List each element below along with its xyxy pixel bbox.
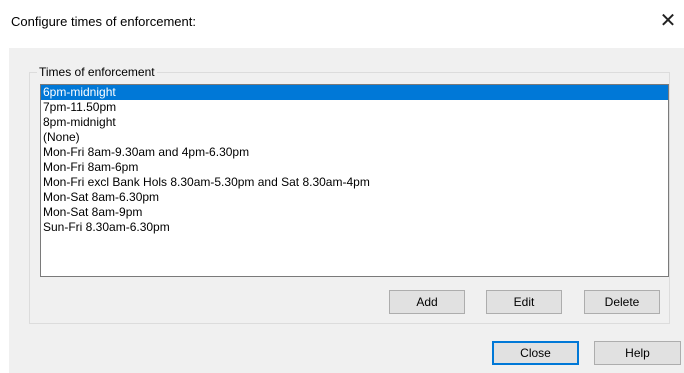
list-item[interactable]: 6pm-midnight [41, 85, 668, 100]
title-bar: Configure times of enforcement: ✕ [0, 0, 684, 48]
close-icon[interactable]: ✕ [658, 10, 678, 32]
list-item[interactable]: Mon-Sat 8am-6.30pm [41, 190, 668, 205]
delete-button[interactable]: Delete [584, 290, 660, 314]
list-item[interactable]: Mon-Fri 8am-6pm [41, 160, 668, 175]
close-button[interactable]: Close [492, 341, 579, 365]
edit-button[interactable]: Edit [486, 290, 562, 314]
list-item[interactable]: Mon-Sat 8am-9pm [41, 205, 668, 220]
list-item[interactable]: Sun-Fri 8.30am-6.30pm [41, 220, 668, 235]
list-item[interactable]: Mon-Fri 8am-9.30am and 4pm-6.30pm [41, 145, 668, 160]
configure-enforcement-dialog: Configure times of enforcement: ✕ Times … [0, 0, 684, 373]
add-button[interactable]: Add [389, 290, 465, 314]
window-edge [0, 48, 9, 373]
times-listbox[interactable]: 6pm-midnight 7pm-11.50pm 8pm-midnight (None… [40, 84, 669, 277]
group-legend: Times of enforcement [37, 65, 157, 79]
help-button[interactable]: Help [594, 341, 681, 365]
list-item[interactable]: (None) [41, 130, 668, 145]
list-item[interactable]: Mon-Fri excl Bank Hols 8.30am-5.30pm and… [41, 175, 668, 190]
list-item[interactable]: 7pm-11.50pm [41, 100, 668, 115]
list-item[interactable]: 8pm-midnight [41, 115, 668, 130]
dialog-title: Configure times of enforcement: [11, 14, 196, 29]
